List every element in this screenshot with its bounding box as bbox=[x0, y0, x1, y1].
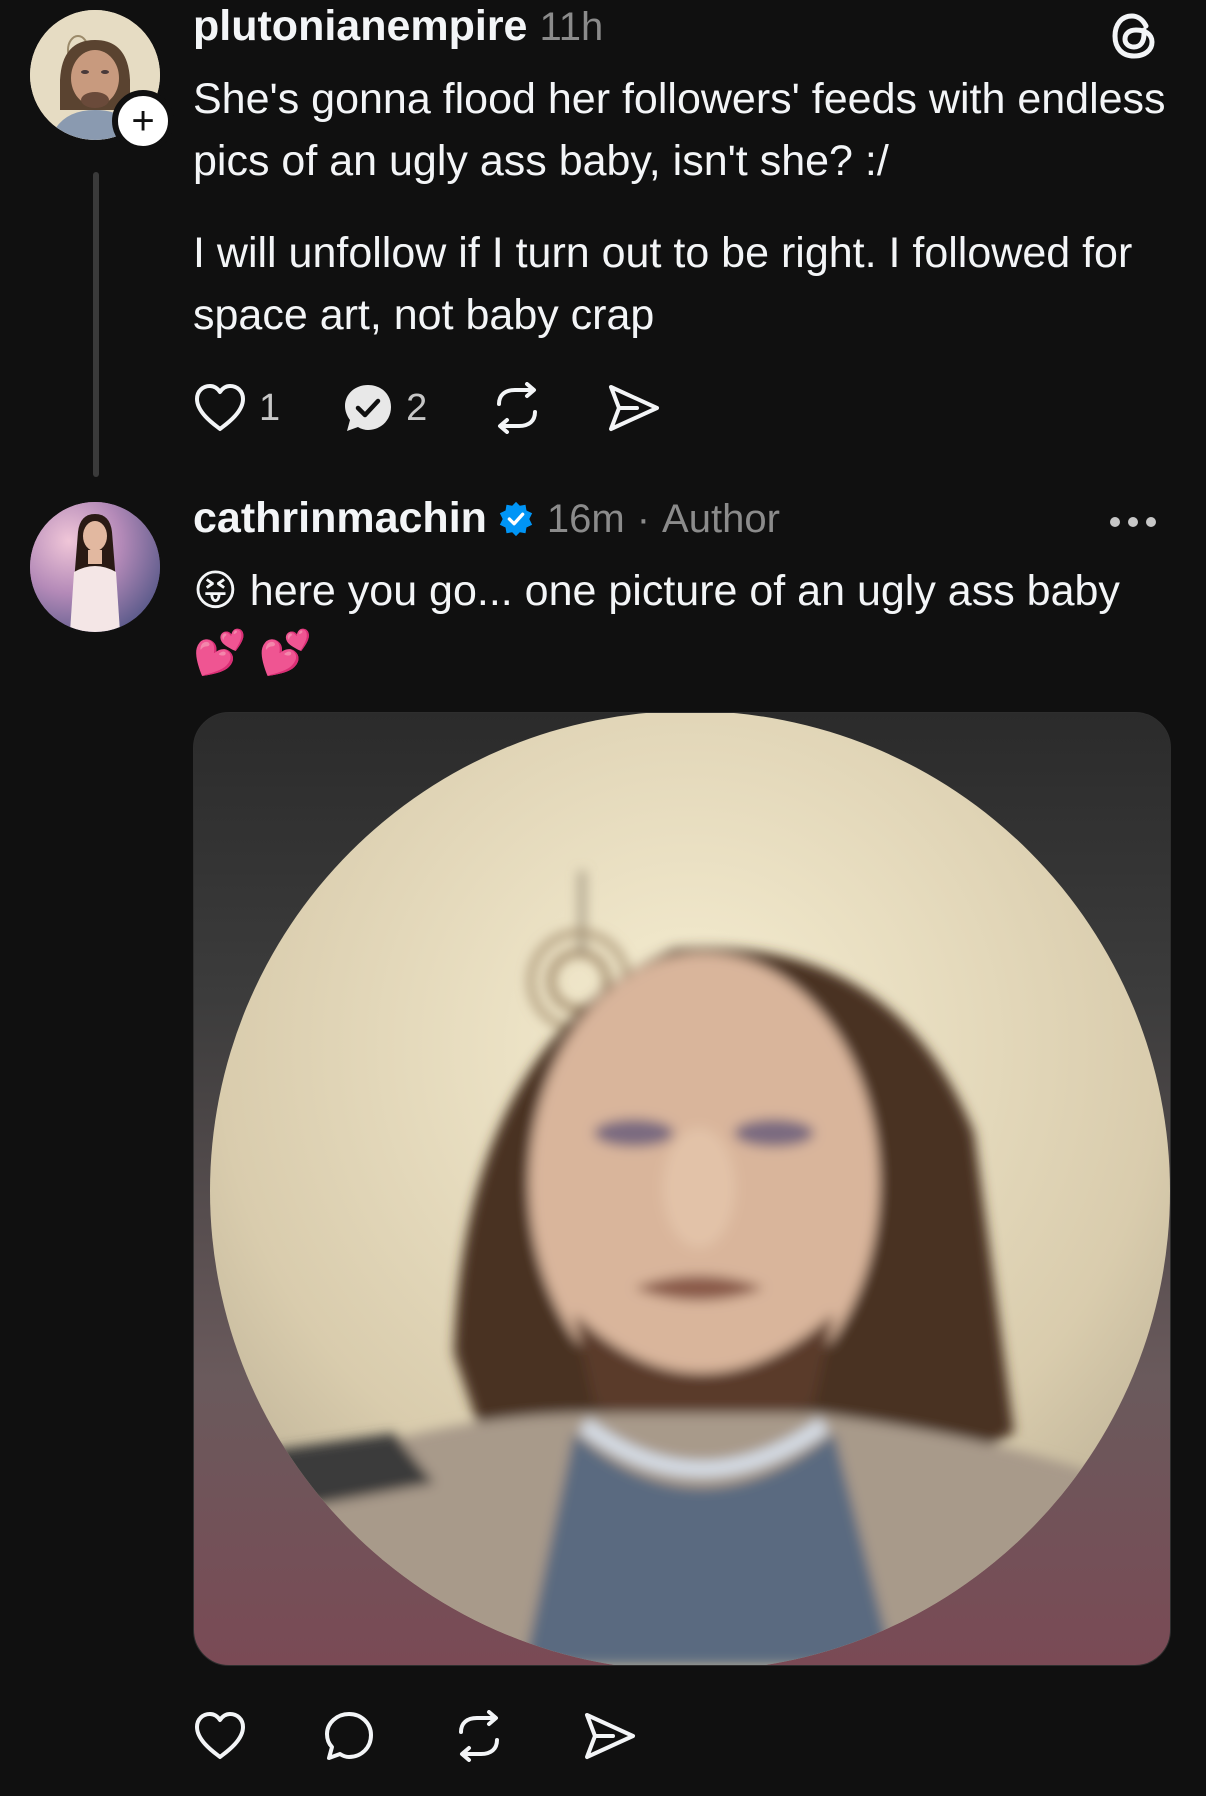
post2-share-button[interactable] bbox=[583, 1711, 637, 1761]
post1-share-button[interactable] bbox=[607, 383, 661, 433]
share-icon bbox=[585, 1713, 635, 1759]
post1-username[interactable]: plutonianempire bbox=[193, 2, 527, 51]
circular-photo bbox=[210, 713, 1170, 1665]
post2-attached-image[interactable] bbox=[193, 712, 1171, 1666]
post2-text: 😝 here you go... one picture of an ugly … bbox=[193, 567, 1120, 677]
heart-icon bbox=[195, 384, 245, 431]
post1-like-button[interactable]: 1 bbox=[193, 383, 280, 433]
reply-checked-icon bbox=[345, 385, 392, 431]
follow-button[interactable]: + bbox=[112, 90, 174, 152]
post1-paragraph-2: I will unfollow if I turn out to be righ… bbox=[193, 229, 1133, 339]
repost-icon bbox=[497, 382, 538, 434]
post1-paragraph-1: She's gonna flood her followers' feeds w… bbox=[193, 75, 1166, 185]
post1-header: plutonianempire 11h bbox=[193, 2, 603, 51]
post1-reply-count: 2 bbox=[406, 386, 428, 429]
post2-like-button[interactable] bbox=[193, 1711, 247, 1761]
post2-repost-button[interactable] bbox=[451, 1710, 507, 1762]
plus-icon: + bbox=[131, 99, 155, 143]
avatar-image bbox=[30, 502, 160, 632]
verified-badge-icon bbox=[499, 501, 533, 536]
post1-action-bar: 1 2 bbox=[193, 382, 723, 434]
post1-reply-button[interactable]: 2 bbox=[342, 382, 427, 434]
post1-repost-button[interactable] bbox=[489, 382, 545, 434]
post1-timestamp: 11h bbox=[539, 5, 604, 49]
post1-like-count: 1 bbox=[259, 386, 281, 429]
post2-header: cathrinmachin 16m · Author bbox=[193, 494, 780, 543]
share-icon bbox=[609, 385, 660, 431]
author-label: Author bbox=[662, 497, 780, 541]
post2-timestamp: 16m bbox=[546, 497, 625, 541]
repost-icon bbox=[459, 1710, 499, 1762]
post2-reply-button[interactable] bbox=[323, 1710, 375, 1762]
post2-username[interactable]: cathrinmachin bbox=[193, 494, 487, 543]
thread-connector-line bbox=[93, 172, 99, 477]
meta-separator: · bbox=[636, 497, 651, 541]
more-options-icon[interactable] bbox=[1108, 512, 1158, 532]
heart-icon bbox=[195, 1712, 245, 1759]
threads-logo-icon[interactable] bbox=[1108, 8, 1160, 64]
post2-action-bar bbox=[193, 1710, 699, 1762]
reply-icon bbox=[325, 1712, 373, 1760]
avatar-cathrinmachin[interactable] bbox=[30, 502, 160, 632]
